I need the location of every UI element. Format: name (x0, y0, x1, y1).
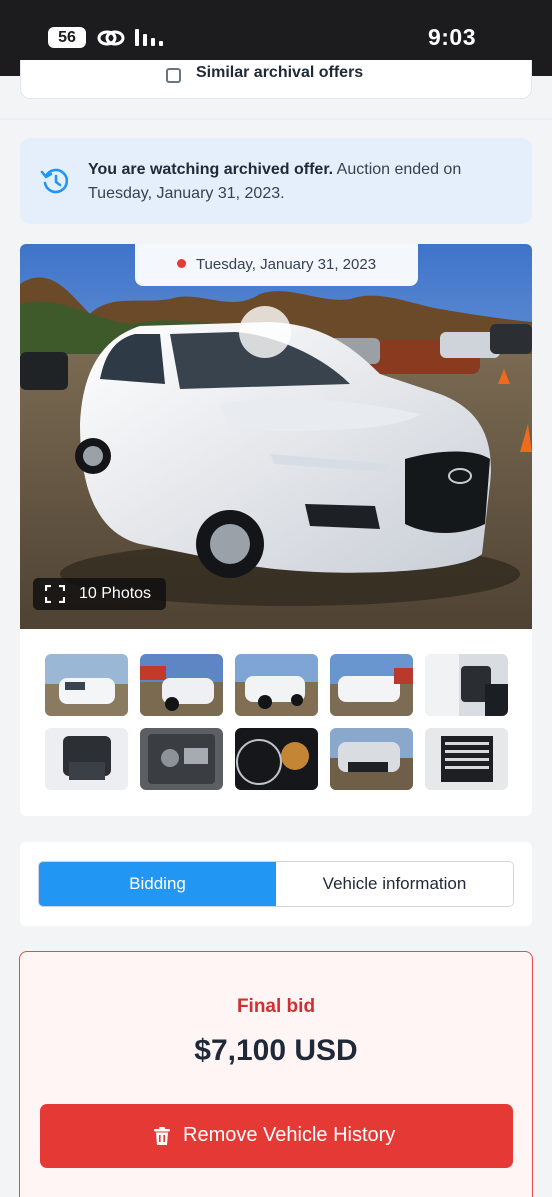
trash-icon (154, 1127, 170, 1145)
photos-count-button[interactable]: 10 Photos (33, 578, 166, 610)
thumbnail-1[interactable] (45, 654, 128, 716)
final-bid-amount: $7,100 USD (194, 1034, 358, 1067)
tabs: Bidding Vehicle information (38, 861, 514, 907)
archived-offer-notice: You are watching archived offer. Auction… (20, 138, 532, 224)
thumbnail-7[interactable] (140, 728, 223, 790)
thumbnail-5[interactable] (425, 654, 508, 716)
main-vehicle-photo[interactable]: Tuesday, January 31, 2023 10 Photos (20, 244, 532, 629)
similar-offers-label: Similar archival offers (196, 64, 364, 81)
final-bid-card: Final bid $7,100 USD Remove Vehicle Hist… (19, 951, 533, 1197)
thumbnail-8[interactable] (235, 728, 318, 790)
tab-bidding[interactable]: Bidding (39, 862, 276, 906)
photos-count-label: 10 Photos (79, 585, 152, 602)
expand-icon (45, 585, 65, 603)
status-dot-icon (176, 259, 186, 268)
thumbnail-6[interactable] (45, 728, 128, 790)
history-icon (40, 168, 69, 194)
archived-offer-bold: You are watching archived offer. (88, 161, 334, 178)
signal-indicator: 56 (48, 27, 86, 48)
similar-offers-checkbox[interactable] (166, 68, 181, 83)
thumbnail-4[interactable] (330, 654, 413, 716)
thumbnail-3[interactable] (235, 654, 318, 716)
archived-offer-text: You are watching archived offer. Auction… (88, 158, 508, 206)
remove-vehicle-history-button[interactable]: Remove Vehicle History (40, 1104, 513, 1168)
similar-offers-card: Similar archival offers (20, 60, 532, 99)
tabs-card: Bidding Vehicle information (20, 842, 532, 926)
tab-vehicle-information[interactable]: Vehicle information (276, 862, 513, 906)
final-bid-title: Final bid (236, 996, 316, 1017)
signal-bars-icon (135, 29, 163, 46)
photo-gallery: Tuesday, January 31, 2023 10 Photos (20, 244, 532, 816)
section-divider (0, 118, 552, 120)
clock: 9:03 (427, 24, 476, 50)
auction-date: Tuesday, January 31, 2023 (195, 256, 377, 273)
auction-date-pill: Tuesday, January 31, 2023 (135, 244, 418, 286)
link-icon (97, 30, 125, 46)
thumbnail-2[interactable] (140, 654, 223, 716)
thumbnail-9[interactable] (330, 728, 413, 790)
remove-vehicle-history-label: Remove Vehicle History (183, 1124, 396, 1146)
thumbnail-10[interactable] (425, 728, 508, 790)
